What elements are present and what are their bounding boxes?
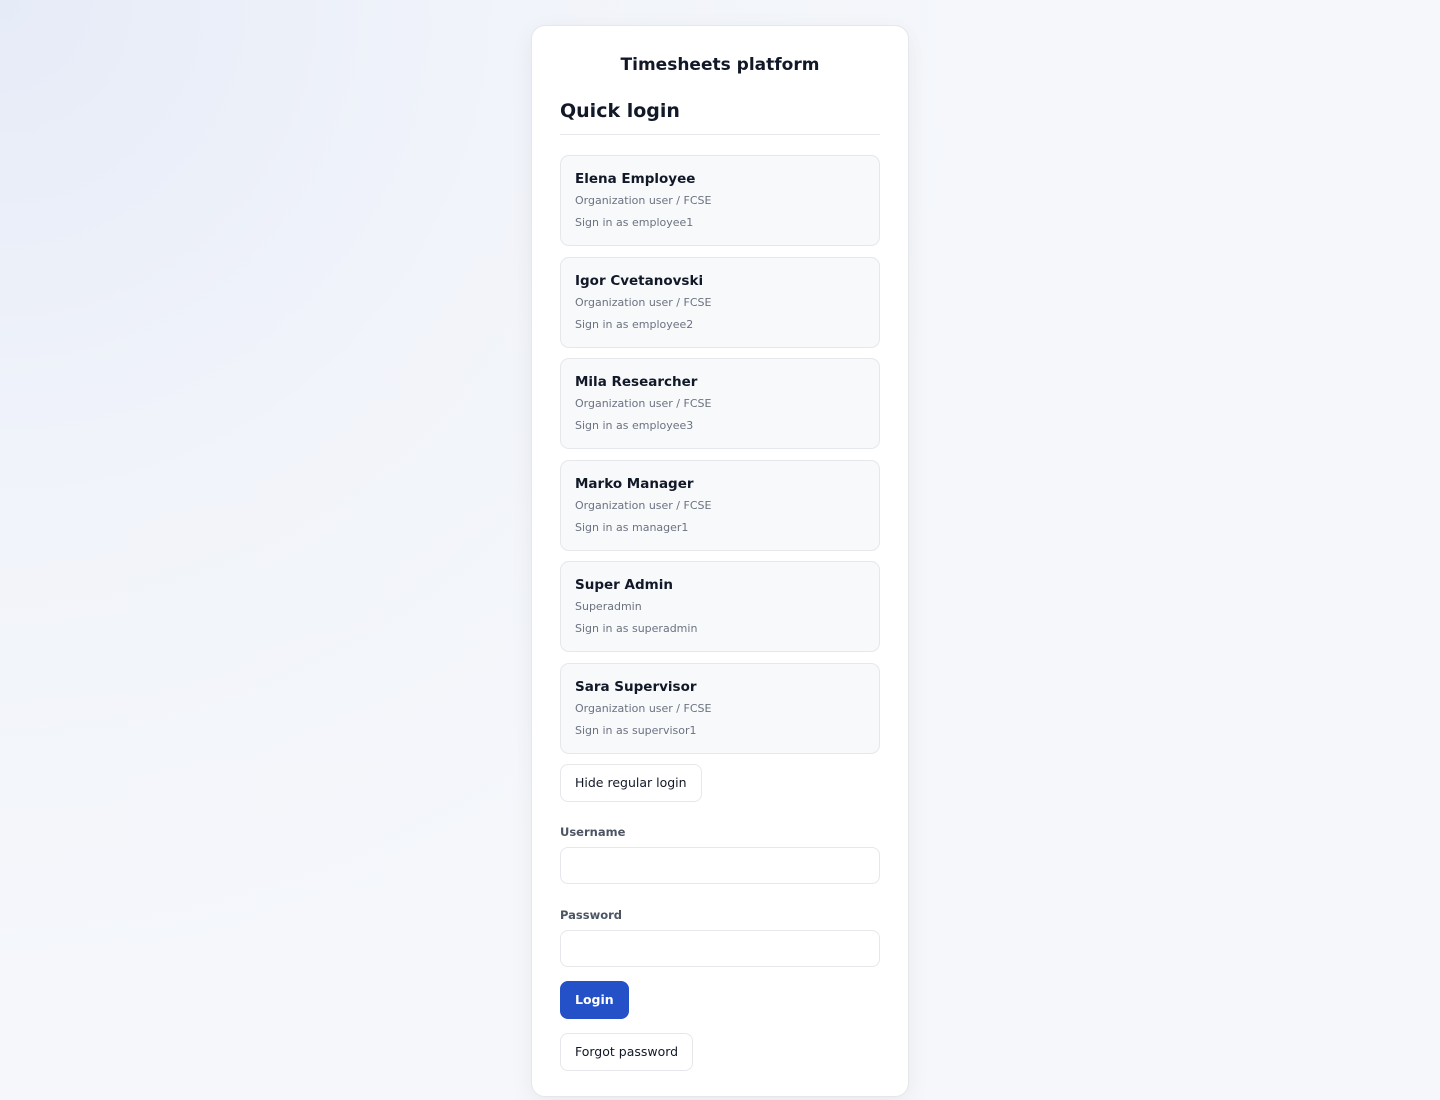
quick-login-card-employee1[interactable]: Elena Employee Organization user / FCSE … [560, 155, 880, 246]
account-role: Superadmin [575, 600, 642, 613]
quick-login-title: Quick login [560, 100, 680, 122]
forgot-password-button[interactable]: Forgot password [560, 1033, 694, 1071]
forgot-password-row: Forgot password [560, 1033, 880, 1071]
account-sign-in-text: Sign in as superadmin [575, 622, 698, 635]
account-role: Organization user / FCSE [575, 701, 712, 715]
login-button[interactable]: Login [560, 981, 629, 1019]
username-input[interactable] [560, 847, 880, 884]
account-role: Organization user / FCSE [575, 295, 712, 309]
account-sign-in-text: Sign in as manager1 [575, 520, 689, 534]
password-input[interactable] [560, 930, 880, 967]
password-label: Password [560, 908, 622, 922]
quick-login-list: Elena Employee Organization user / FCSE … [560, 155, 880, 754]
account-sign-in-text: Sign in as employee2 [575, 317, 694, 331]
account-name: Elena Employee [575, 171, 696, 187]
account-sign-in-text: Sign in as supervisor1 [575, 723, 697, 737]
account-role: Organization user / FCSE [575, 397, 712, 410]
account-sign-in-text: Sign in as employee3 [575, 419, 694, 432]
account-name: Mila Researcher [575, 374, 698, 390]
account-name: Marko Manager [575, 475, 694, 492]
account-name: Sara Supervisor [575, 678, 697, 695]
quick-login-card-superadmin[interactable]: Super Admin Superadmin Sign in as supera… [560, 561, 880, 652]
quick-login-card-employee3[interactable]: Mila Researcher Organization user / FCSE… [560, 358, 880, 449]
login-button-row: Login [560, 981, 880, 1019]
regular-login-toggle-row: Hide regular login [560, 764, 880, 802]
quick-login-card-manager1[interactable]: Marko Manager Organization user / FCSE S… [560, 459, 880, 551]
quick-login-card-supervisor1[interactable]: Sara Supervisor Organization user / FCSE… [560, 662, 880, 754]
account-name: Igor Cvetanovski [575, 272, 704, 289]
account-name: Super Admin [575, 577, 673, 593]
login-card: Timesheets platform Quick login Elena Em… [531, 25, 909, 1097]
account-role: Organization user / FCSE [575, 498, 712, 512]
username-label: Username [560, 825, 626, 839]
account-role: Organization user / FCSE [575, 194, 712, 207]
quick-login-card-employee2[interactable]: Igor Cvetanovski Organization user / FCS… [560, 256, 880, 348]
hide-regular-login-button[interactable]: Hide regular login [560, 764, 702, 802]
section-divider [560, 134, 880, 135]
account-sign-in-text: Sign in as employee1 [575, 216, 694, 229]
app-title: Timesheets platform [620, 55, 820, 75]
